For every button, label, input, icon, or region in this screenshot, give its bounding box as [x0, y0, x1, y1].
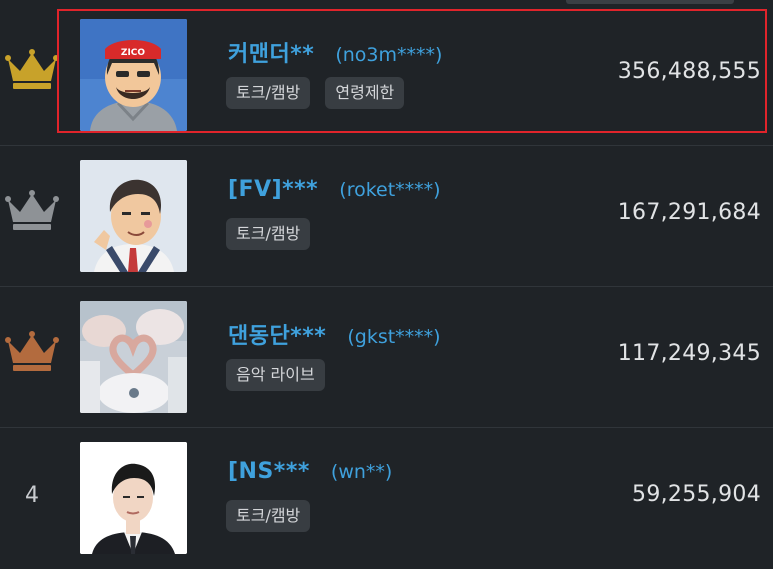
- category-tags: 토크/캠방 연령제한: [226, 77, 414, 109]
- gold-crown-icon: [5, 49, 59, 89]
- ranking-list: ZICO 커맨더** (no3m****) 토크/캠방 연령제한 356,488…: [0, 0, 773, 554]
- user-avatar[interactable]: ZICO: [80, 19, 187, 131]
- user-name-line[interactable]: [NS*** (wn**): [228, 459, 392, 484]
- amount-value: 167,291,684: [617, 200, 761, 225]
- user-name-line[interactable]: 댄동단*** (gkst****): [228, 318, 441, 350]
- amount-value: 356,488,555: [617, 59, 761, 84]
- user-id: (no3m****): [335, 44, 443, 66]
- ranking-row-3[interactable]: 댄동단*** (gkst****) 음악 라이브 117,249,345: [0, 287, 773, 428]
- category-tag: 토크/캠방: [226, 77, 311, 109]
- user-avatar[interactable]: [80, 442, 187, 554]
- silver-crown-icon: [5, 190, 59, 230]
- category-tags: 토크/캠방: [226, 218, 320, 250]
- category-tags: 음악 라이브: [226, 359, 335, 391]
- user-id: (wn**): [330, 461, 393, 483]
- nickname[interactable]: [NS***: [228, 459, 310, 484]
- ranking-row-2[interactable]: [FV]*** (roket****) 토크/캠방 167,291,684: [0, 146, 773, 287]
- bronze-crown-icon: [5, 331, 59, 371]
- category-tag: 토크/캠방: [226, 218, 311, 250]
- svg-text:ZICO: ZICO: [121, 48, 145, 58]
- ranking-row-1[interactable]: ZICO 커맨더** (no3m****) 토크/캠방 연령제한 356,488…: [0, 5, 773, 146]
- user-id: (roket****): [339, 179, 441, 201]
- amount-value: 59,255,904: [632, 482, 761, 507]
- category-tag: 음악 라이브: [226, 359, 325, 391]
- rank-number: 4: [25, 483, 39, 508]
- user-id: (gkst****): [347, 326, 441, 348]
- user-name-line[interactable]: [FV]*** (roket****): [228, 177, 441, 202]
- nickname[interactable]: [FV]***: [228, 177, 318, 202]
- user-name-line[interactable]: 커맨더** (no3m****): [228, 36, 442, 68]
- ranking-row-4[interactable]: 4 [NS*** (wn**) 토크/캠방 59,255,904: [0, 428, 773, 569]
- user-avatar[interactable]: [80, 160, 187, 272]
- age-restricted-tag: 연령제한: [325, 77, 405, 109]
- nickname[interactable]: 댄동단***: [228, 324, 326, 349]
- category-tags: 토크/캠방: [226, 500, 320, 532]
- user-avatar[interactable]: [80, 301, 187, 413]
- nickname[interactable]: 커맨더**: [228, 42, 314, 67]
- amount-value: 117,249,345: [617, 341, 761, 366]
- category-tag: 토크/캠방: [226, 500, 311, 532]
